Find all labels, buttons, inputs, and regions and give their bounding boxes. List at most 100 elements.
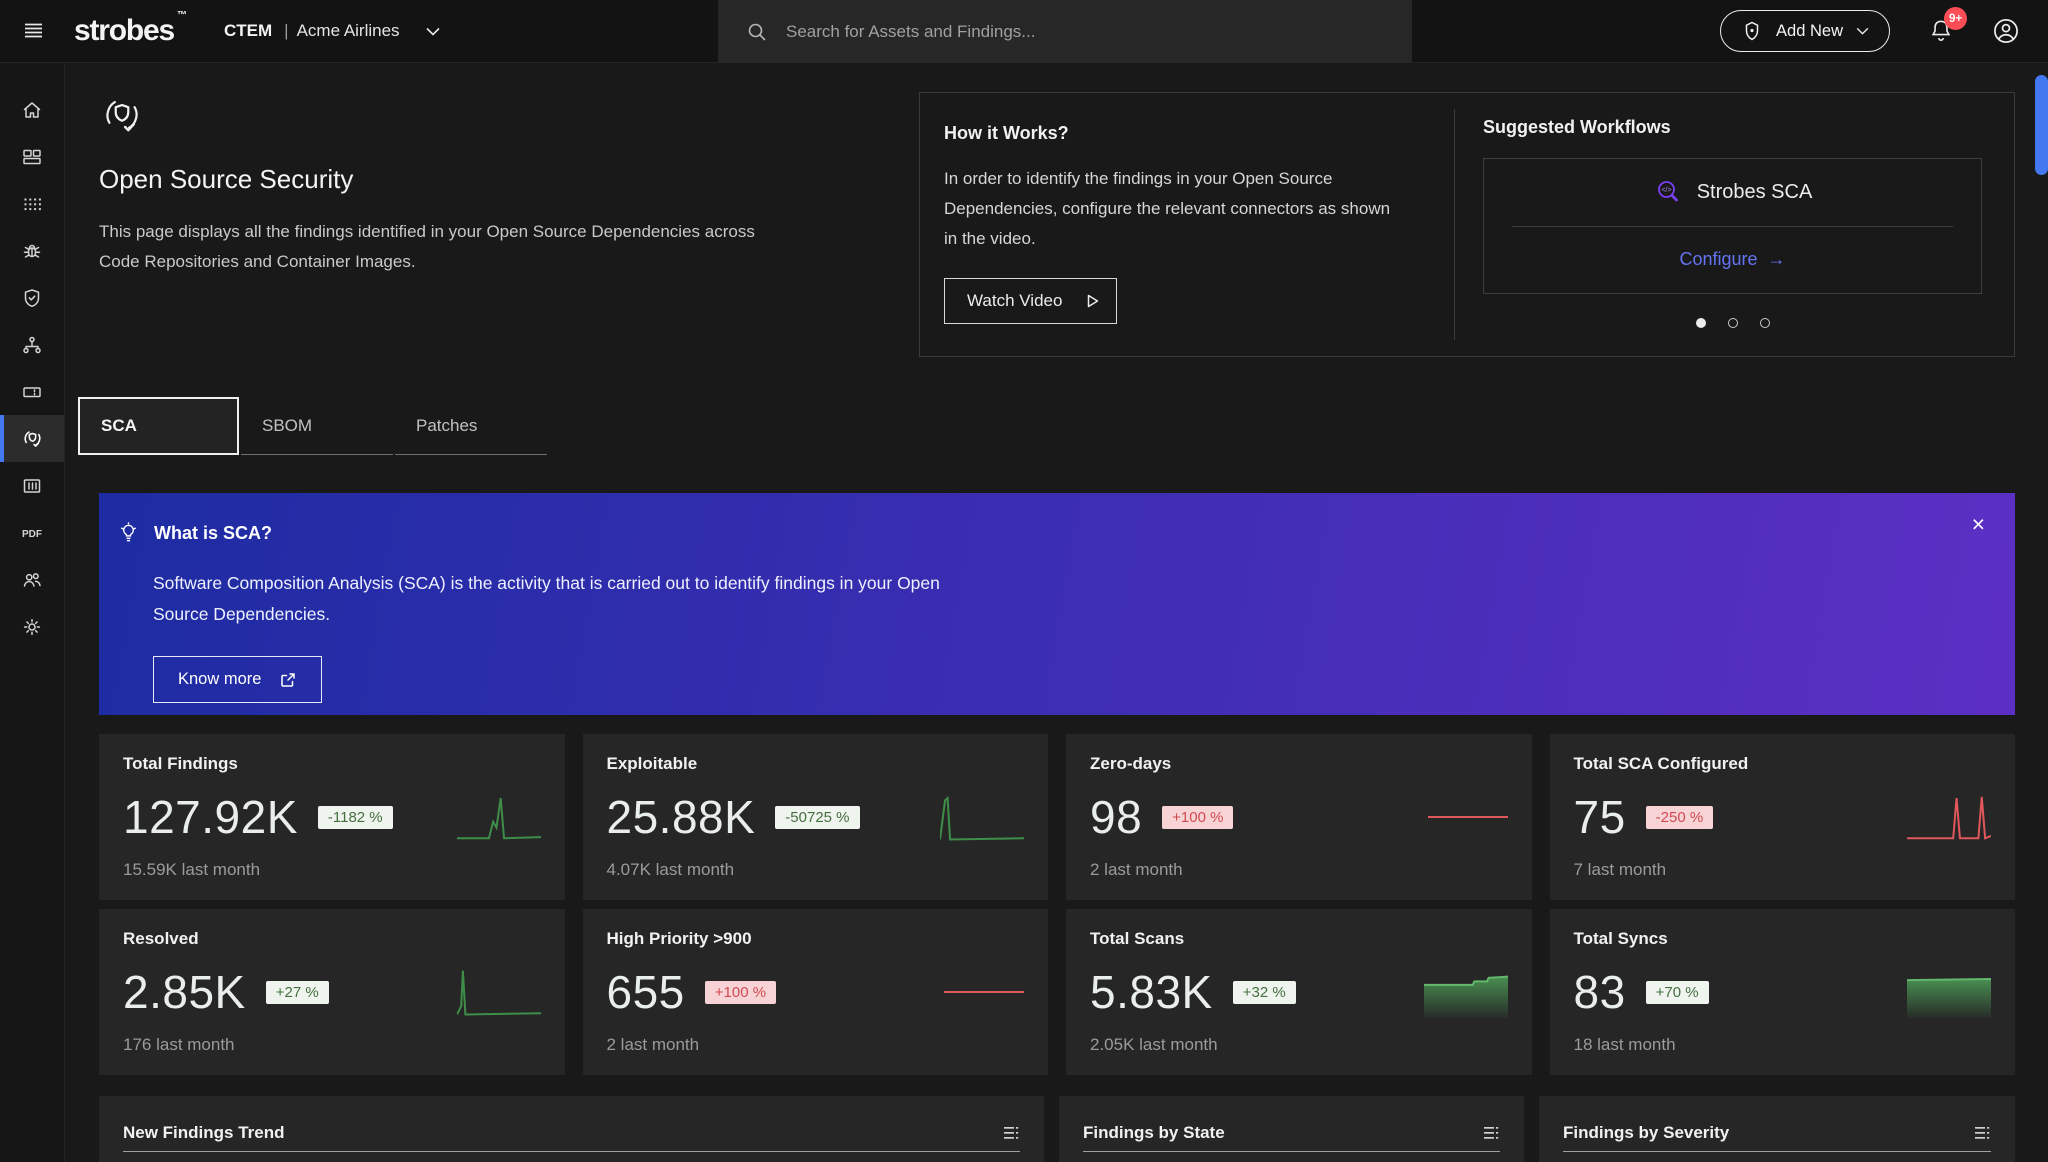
sidebar-item-tickets[interactable] — [0, 368, 64, 415]
user-avatar-icon[interactable] — [1992, 17, 2020, 45]
org-selector[interactable]: Acme Airlines — [297, 21, 400, 41]
carousel-dots — [1483, 318, 1982, 328]
trademark: ™ — [177, 10, 187, 21]
how-it-works-title: How it Works? — [944, 123, 1416, 144]
widget-card: Findings by State — [1059, 1096, 1524, 1162]
banner-body: Software Composition Analysis (SCA) is t… — [153, 568, 963, 630]
stat-card-title: Total SCA Configured — [1574, 754, 1992, 774]
page-header-row: Open Source Security This page displays … — [99, 92, 2015, 357]
carousel-dot-1[interactable] — [1696, 318, 1706, 328]
stat-card-title: High Priority >900 — [607, 929, 1025, 949]
workflow-card-title: Strobes SCA — [1697, 181, 1813, 204]
gear-icon — [21, 616, 43, 638]
widget-menu-icon[interactable] — [1002, 1124, 1020, 1142]
add-new-label: Add New — [1776, 22, 1843, 41]
stat-delta-badge: +100 % — [705, 981, 776, 1004]
brand-logo[interactable]: strobes™ — [74, 14, 184, 48]
stat-card-middle: 5.83K+32 % — [1090, 949, 1508, 1035]
search-input[interactable] — [786, 22, 1384, 42]
ticket-icon — [21, 381, 43, 403]
sidebar-item-pdf[interactable]: PDF — [0, 509, 64, 556]
stat-card-middle: 127.92K-1182 % — [123, 774, 541, 860]
stat-card-middle: 75-250 % — [1574, 774, 1992, 860]
close-icon[interactable]: × — [1972, 513, 1985, 536]
widget-menu-icon[interactable] — [1482, 1124, 1500, 1142]
sidebar-item-open-source-security[interactable] — [0, 415, 64, 462]
network-icon — [21, 334, 43, 356]
stat-card-title: Resolved — [123, 929, 541, 949]
banner-header: What is SCA? — [116, 521, 1981, 546]
scrollbar-thumb[interactable] — [2035, 75, 2048, 175]
stat-delta-badge: +27 % — [266, 981, 329, 1004]
sidebar-item-attack-surface[interactable] — [0, 321, 64, 368]
stat-delta-badge: -50725 % — [775, 806, 859, 829]
stat-sparkline — [1424, 966, 1508, 1018]
suggested-workflows-title: Suggested Workflows — [1483, 117, 1982, 138]
app-root: { "topbar": { "brand": "strobes", "brand… — [0, 0, 2048, 1162]
carousel-dot-3[interactable] — [1760, 318, 1770, 328]
widget-header-divider — [1083, 1151, 1500, 1152]
add-new-shield-icon — [1741, 20, 1763, 42]
open-source-security-page-icon — [99, 92, 919, 138]
configure-link[interactable]: Configure → — [1679, 249, 1785, 270]
sidebar-item-settings[interactable] — [0, 603, 64, 650]
hamburger-menu-icon[interactable] — [22, 19, 46, 43]
tab-sca[interactable]: SCA — [78, 397, 239, 455]
chevron-down-icon[interactable] — [426, 27, 440, 36]
sidebar-item-findings[interactable] — [0, 227, 64, 274]
how-it-works-section: How it Works? In order to identify the f… — [920, 93, 1454, 356]
add-new-button[interactable]: Add New — [1720, 10, 1890, 52]
stat-footer: 15.59K last month — [123, 860, 541, 880]
stat-card-middle: 25.88K-50725 % — [607, 774, 1025, 860]
stat-value: 127.92K — [123, 790, 298, 844]
stat-value: 5.83K — [1090, 965, 1213, 1019]
page-description: This page displays all the findings iden… — [99, 217, 799, 277]
stat-card: Exploitable25.88K-50725 %4.07K last mont… — [583, 734, 1049, 900]
what-is-sca-banner: What is SCA? Software Composition Analys… — [99, 493, 2015, 715]
sidebar-item-dashboard[interactable] — [0, 133, 64, 180]
tab-patches[interactable]: Patches — [395, 397, 547, 455]
page-title: Open Source Security — [99, 164, 919, 195]
widget-header-divider — [123, 1151, 1020, 1152]
lightbulb-icon — [116, 521, 141, 546]
widget-header: New Findings Trend — [99, 1096, 1044, 1151]
stat-card: Total SCA Configured75-250 %7 last month — [1550, 734, 2016, 900]
tab-sbom[interactable]: SBOM — [241, 397, 393, 455]
report-board-icon — [21, 475, 43, 497]
svg-text:PDF: PDF — [22, 529, 42, 540]
sca-magnifier-icon: </> — [1653, 177, 1683, 207]
stat-sparkline — [1907, 966, 1991, 1018]
banner-title: What is SCA? — [154, 523, 272, 544]
onboarding-panel: How it Works? In order to identify the f… — [919, 92, 2015, 357]
sidebar-item-reports[interactable] — [0, 462, 64, 509]
stat-card-middle: 2.85K+27 % — [123, 949, 541, 1035]
sidebar-item-home[interactable] — [0, 86, 64, 133]
sidebar-item-teams[interactable] — [0, 556, 64, 603]
workflow-card[interactable]: </> Strobes SCA Configure → — [1483, 158, 1982, 294]
stat-value: 75 — [1574, 790, 1626, 844]
widget-title: New Findings Trend — [123, 1123, 285, 1143]
stat-card-middle: 98+100 % — [1090, 774, 1508, 860]
suggested-workflows-section: Suggested Workflows </> Strobes SCA — [1455, 93, 2014, 356]
svg-text:</>: </> — [1661, 187, 1671, 194]
stat-sparkline — [457, 791, 541, 843]
notifications-bell-icon[interactable]: 9+ — [1928, 18, 1954, 44]
stat-card: Total Scans5.83K+32 %2.05K last month — [1066, 909, 1532, 1075]
arrow-right-icon: → — [1768, 249, 1786, 270]
widget-header-divider — [1563, 1151, 1991, 1152]
widget-menu-icon[interactable] — [1973, 1124, 1991, 1142]
stat-card-title: Total Syncs — [1574, 929, 1992, 949]
sidebar-item-compliance[interactable] — [0, 274, 64, 321]
divider: | — [284, 21, 288, 41]
stat-sparkline — [457, 966, 541, 1018]
know-more-button[interactable]: Know more — [153, 656, 322, 703]
how-it-works-body: In order to identify the findings in you… — [944, 164, 1394, 254]
sidebar-item-apps[interactable] — [0, 180, 64, 227]
apps-grid-icon — [21, 193, 43, 215]
carousel-dot-2[interactable] — [1728, 318, 1738, 328]
notification-count-badge: 9+ — [1944, 7, 1967, 30]
widget-header: Findings by State — [1059, 1096, 1524, 1151]
watch-video-button[interactable]: Watch Video — [944, 278, 1117, 324]
know-more-label: Know more — [178, 670, 261, 689]
stat-card: Total Findings127.92K-1182 %15.59K last … — [99, 734, 565, 900]
